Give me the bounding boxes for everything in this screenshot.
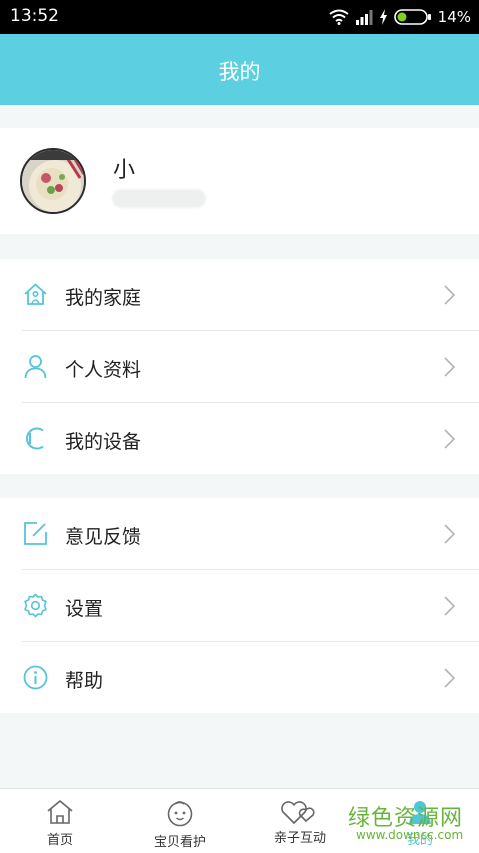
chevron-right-icon [444,524,455,544]
menu-item-my-family[interactable]: 我的家庭 [0,259,479,331]
menu-group-account: 我的家庭 个人资料 我的设备 [0,259,479,474]
charging-icon [379,9,387,25]
menu-item-settings[interactable]: 设置 [0,570,479,642]
info-icon [23,665,48,690]
menu-item-help[interactable]: 帮助 [0,642,479,714]
tab-label: 宝贝看护 [153,835,206,850]
menu-item-label: 我的家庭 [65,287,142,309]
baby-icon [167,801,193,827]
chevron-right-icon [444,668,455,688]
chevron-right-icon [444,285,455,305]
menu-item-label: 设置 [65,598,104,620]
menu-item-label: 我的设备 [65,431,142,453]
menu-item-label: 意见反馈 [65,526,142,548]
home-tab-icon [47,800,73,824]
edit-icon [24,522,47,545]
status-icons: 14% [329,6,471,28]
home-icon [24,283,47,305]
status-time: 13:52 [10,6,59,26]
menu-group-support: 意见反馈 设置 帮助 [0,498,479,713]
avatar[interactable] [20,148,86,214]
hearts-icon [281,801,315,824]
signal-icon [355,10,373,25]
device-icon [26,427,44,450]
menu-item-label: 帮助 [65,670,104,692]
menu-item-profile[interactable]: 个人资料 [0,331,479,403]
battery-percent: 14% [437,8,471,26]
tab-baby-care[interactable]: 宝贝看护 [140,789,220,853]
profile-card[interactable]: 小 [0,128,479,234]
page-title: 我的 [218,60,261,84]
battery-icon [393,9,431,25]
person-icon [24,355,47,379]
tab-parent-child[interactable]: 亲子互动 [260,789,340,853]
gear-icon [24,593,47,618]
menu-item-feedback[interactable]: 意见反馈 [0,498,479,570]
tab-label: 首页 [46,833,73,848]
profile-name: 小 [113,158,136,183]
menu-item-my-device[interactable]: 我的设备 [0,403,479,475]
chevron-right-icon [444,357,455,377]
app-header: 我的 [0,34,479,105]
watermark-url: www.downcc.com [356,828,464,842]
menu-item-label: 个人资料 [65,359,142,381]
wifi-icon [329,9,349,25]
chevron-right-icon [444,596,455,616]
watermark: 绿色资源网 www.downcc.com [340,800,470,845]
chevron-right-icon [444,429,455,449]
tab-label: 亲子互动 [273,831,326,846]
profile-subtitle-redacted [112,189,206,208]
tab-home[interactable]: 首页 [20,789,100,853]
status-bar: 13:52 14% [0,0,479,34]
